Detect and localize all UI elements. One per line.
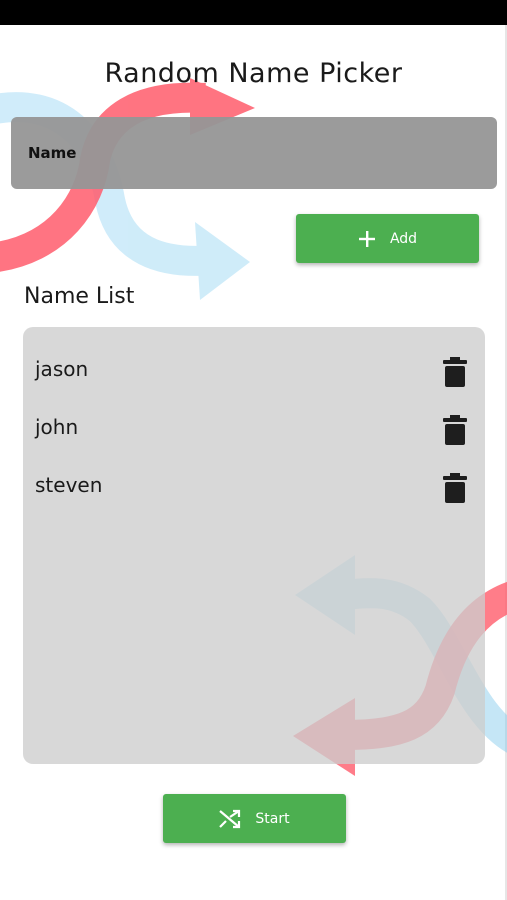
list-item-name: steven: [35, 473, 103, 497]
name-list-heading: Name List: [24, 284, 135, 309]
start-button[interactable]: Start: [163, 794, 346, 843]
name-field[interactable]: [11, 117, 497, 189]
list-item-name: jason: [35, 357, 89, 381]
list-item: jason: [23, 344, 485, 394]
name-input[interactable]: [26, 143, 497, 163]
list-item: john: [23, 402, 485, 452]
app-screen: Random Name Picker Add Name List jason j…: [0, 0, 507, 900]
add-button-label: Add: [389, 230, 418, 247]
list-item-name: john: [35, 415, 79, 439]
plus-icon: [358, 230, 376, 248]
status-bar: [0, 0, 507, 25]
trash-icon[interactable]: [443, 415, 467, 445]
name-list-panel: jason john steven: [23, 327, 485, 764]
shuffle-icon: [219, 809, 241, 829]
start-button-label: Start: [255, 810, 290, 827]
list-item: steven: [23, 460, 485, 510]
trash-icon[interactable]: [443, 357, 467, 387]
trash-icon[interactable]: [443, 473, 467, 503]
page-title: Random Name Picker: [104, 58, 403, 89]
add-button[interactable]: Add: [296, 214, 479, 263]
